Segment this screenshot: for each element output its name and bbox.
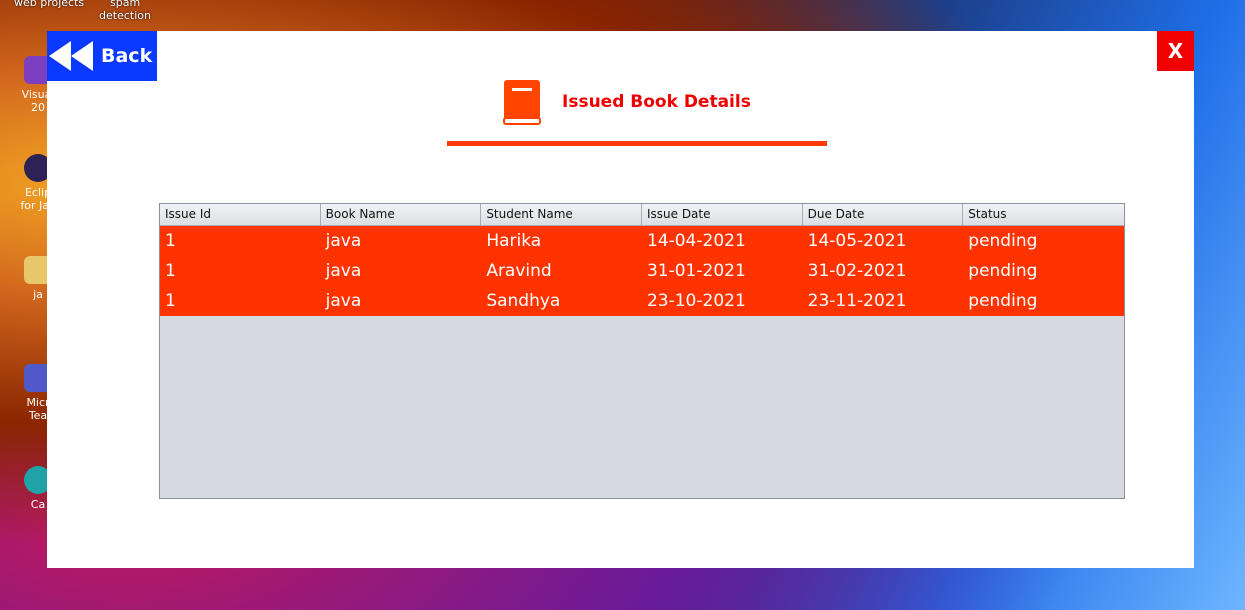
book-icon xyxy=(503,80,541,125)
cell-book-name: java xyxy=(325,291,362,311)
issued-books-table[interactable]: Issue Id Book Name Student Name Issue Da… xyxy=(159,203,1125,499)
page-heading: Issued Book Details xyxy=(502,77,751,127)
desktop-icon-label: Ca xyxy=(30,498,46,511)
cell-issue-date: 23-10-2021 xyxy=(646,291,746,311)
cell-issue-id: 1 xyxy=(165,291,176,311)
cell-issue-id: 1 xyxy=(165,261,176,281)
cell-student-name: Aravind xyxy=(486,261,552,281)
table-row[interactable]: 1 java Sandhya 23-10-2021 23-11-2021 pen… xyxy=(160,286,1124,316)
issued-books-window: Back X Issued Book Details Issue Id Book… xyxy=(47,31,1194,568)
cell-status: pending xyxy=(968,261,1038,281)
close-button[interactable]: X xyxy=(1157,31,1194,71)
cell-book-name: java xyxy=(325,231,362,251)
back-button[interactable]: Back xyxy=(47,31,157,81)
cell-due-date: 23-11-2021 xyxy=(807,291,907,311)
cell-issue-id: 1 xyxy=(165,231,176,251)
cell-issue-date: 14-04-2021 xyxy=(646,231,746,251)
heading-underline xyxy=(447,141,827,146)
column-header-student-name[interactable]: Student Name xyxy=(481,204,642,225)
desktop-label-web-projects[interactable]: web projects xyxy=(14,0,84,9)
cell-status: pending xyxy=(968,231,1038,251)
close-label: X xyxy=(1167,39,1184,63)
rewind-icon xyxy=(49,41,93,71)
page-title: Issued Book Details xyxy=(562,92,751,112)
desktop-label-detection[interactable]: detection xyxy=(99,9,151,22)
table-row[interactable]: 1 java Aravind 31-01-2021 31-02-2021 pen… xyxy=(160,256,1124,286)
column-header-issue-id[interactable]: Issue Id xyxy=(160,204,321,225)
column-header-due-date[interactable]: Due Date xyxy=(803,204,964,225)
cell-student-name: Sandhya xyxy=(486,291,561,311)
back-label: Back xyxy=(101,45,153,67)
cell-due-date: 31-02-2021 xyxy=(807,261,907,281)
column-header-issue-date[interactable]: Issue Date xyxy=(642,204,803,225)
cell-due-date: 14-05-2021 xyxy=(807,231,907,251)
table-row[interactable]: 1 java Harika 14-04-2021 14-05-2021 pend… xyxy=(160,226,1124,256)
cell-issue-date: 31-01-2021 xyxy=(646,261,746,281)
desktop-label-spam[interactable]: spam xyxy=(110,0,140,9)
column-header-book-name[interactable]: Book Name xyxy=(321,204,482,225)
cell-status: pending xyxy=(968,291,1038,311)
table-body: 1 java Harika 14-04-2021 14-05-2021 pend… xyxy=(160,226,1124,316)
desktop-icon-label: ja xyxy=(33,288,43,301)
column-header-status[interactable]: Status xyxy=(963,204,1124,225)
cell-book-name: java xyxy=(325,261,362,281)
cell-student-name: Harika xyxy=(486,231,542,251)
table-header: Issue Id Book Name Student Name Issue Da… xyxy=(160,204,1124,226)
